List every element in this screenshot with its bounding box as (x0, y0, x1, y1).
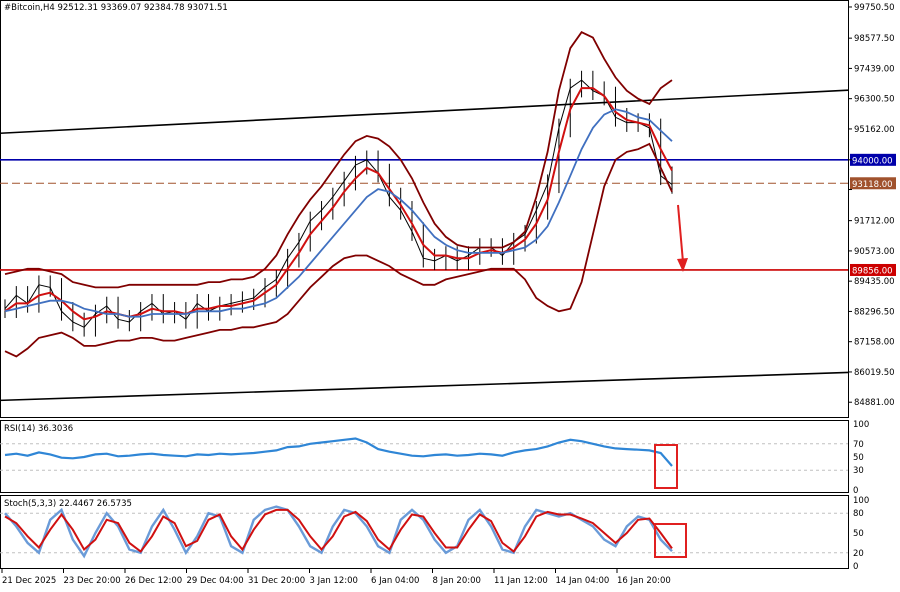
price-axis-label: 91712.00 (854, 217, 895, 227)
series-ma-slow (4, 108, 673, 318)
time-axis-label: 31 Dec 20:00 (248, 576, 305, 586)
rsi-axis-label: 0 (853, 486, 858, 496)
stoch-axis-label: 50 (853, 529, 864, 539)
price-axis-label: 86019.50 (854, 368, 895, 378)
channel-lower-line (0, 371, 849, 402)
rsi-axis-label: 30 (853, 466, 864, 476)
stoch-axis-label: 80 (853, 509, 864, 519)
rsi-axis-label: 100 (853, 420, 869, 430)
time-axis-label: 29 Dec 04:00 (187, 576, 244, 586)
down-arrow-shaft (677, 204, 684, 263)
rsi-header: RSI(14) 36.3036 (4, 424, 73, 434)
time-axis-label: 8 Jan 20:00 (433, 576, 481, 586)
time-axis-label: 6 Jan 04:00 (371, 576, 419, 586)
level-badge-label: 94000.00 (852, 156, 893, 166)
price-axis-label: 97439.00 (854, 64, 895, 74)
rsi-line (4, 437, 673, 467)
series-bollinger-lower (4, 142, 673, 358)
time-axis-label: 14 Jan 04:00 (556, 576, 610, 586)
time-axis-label: 26 Dec 12:00 (125, 576, 182, 586)
rsi-axis-label: 70 (853, 440, 864, 450)
price-axis-label: 84881.00 (854, 398, 895, 408)
price-axis-label: 88296.50 (854, 307, 895, 317)
time-axis-label: 21 Dec 2025 (2, 576, 56, 586)
stoch-highlight-box (654, 523, 687, 558)
stoch-axis-label: 20 (853, 549, 864, 559)
time-axis-label: 11 Jan 12:00 (494, 576, 548, 586)
time-axis-label: 3 Jan 12:00 (310, 576, 358, 586)
channel-upper-line (0, 89, 849, 135)
price-header: #Bitcoin,H4 92512.31 93369.07 92384.78 9… (4, 3, 228, 13)
price-axis-label: 96300.50 (854, 95, 895, 105)
stoch-axis-label: 100 (853, 496, 869, 506)
time-axis-label: 16 Jan 20:00 (617, 576, 671, 586)
price-panel-frame (0, 0, 849, 418)
price-axis-label: 95162.00 (854, 125, 895, 135)
series-ma-fast (4, 87, 673, 321)
stoch-header: Stoch(5,3,3) 22.4467 26.5735 (4, 499, 132, 509)
series-close (4, 79, 673, 328)
stoch-axis-label: 0 (853, 562, 858, 572)
price-axis-label: 99750.50 (854, 3, 895, 13)
time-axis-label: 23 Dec 20:00 (64, 576, 121, 586)
rsi-axis-label: 50 (853, 453, 864, 463)
price-axis-label: 90573.00 (854, 247, 895, 257)
price-axis-label: 98577.50 (854, 34, 895, 44)
price-axis-label: 87158.00 (854, 338, 895, 348)
level-badge-label: 89856.00 (852, 266, 893, 276)
bitcoin-h4-chart: 94000.00 93118.00 89856.00 99750.50 98577.50… (0, 0, 896, 586)
level-badge-label: 93118.00 (852, 180, 893, 190)
price-axis-label: 89435.00 (854, 277, 895, 287)
